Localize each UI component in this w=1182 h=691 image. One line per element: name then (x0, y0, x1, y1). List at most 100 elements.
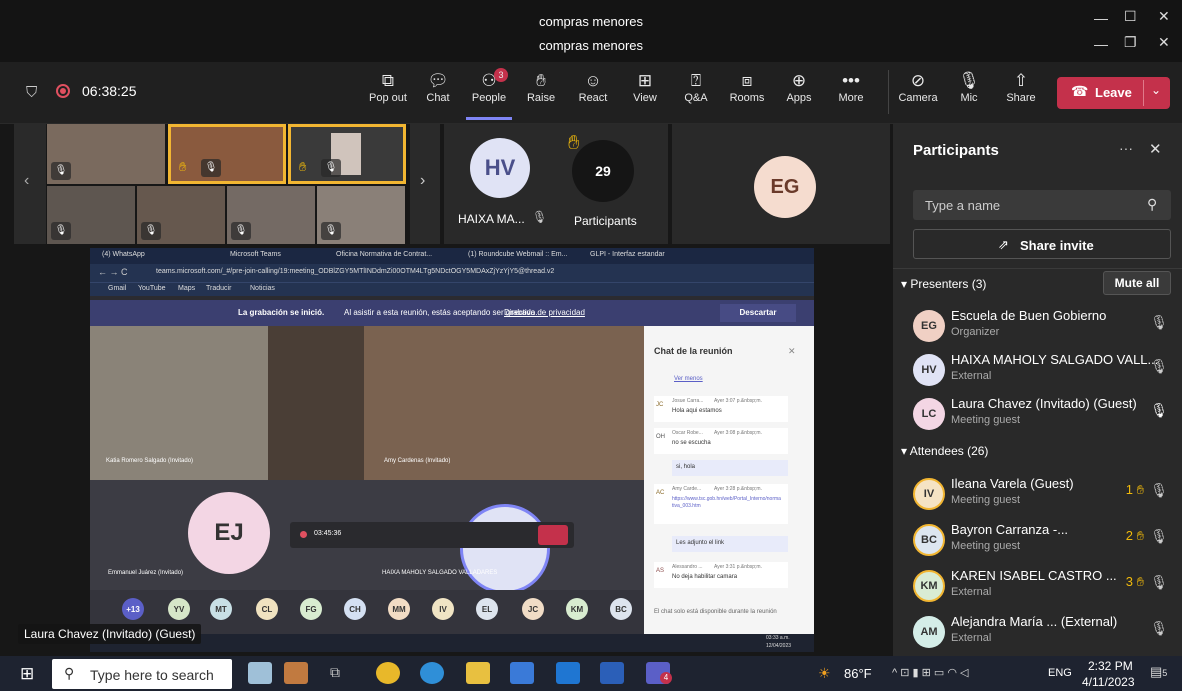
video-thumbnail-raised[interactable]: ✋︎ 🎙︎ (288, 124, 406, 184)
participant-row[interactable]: BC Bayron Carranza -... Meeting guest 2 … (893, 518, 1182, 564)
raised-hand-order: 1 ✋︎ (1125, 482, 1144, 497)
video-amy: Amy Cardenas (Invitado) (364, 326, 644, 480)
minimize-icon-inner[interactable]: — (1094, 36, 1108, 52)
dismiss-button[interactable]: Descartar (720, 304, 796, 322)
share-icon: ⇗ (998, 237, 1009, 252)
browser-tab[interactable]: (1) Roundcube Webmail :: Em... (468, 251, 567, 258)
participants-count: 29 (572, 140, 634, 202)
apps-button[interactable]: ⊕ Apps (776, 70, 822, 104)
share-button[interactable]: ⇧ Share (998, 70, 1044, 104)
video-thumbnail-raised[interactable]: ✋︎ 🎙︎ (168, 124, 286, 184)
participant-tile-hv[interactable]: HV HAIXA MA... 🎙︎ 29 ✋︎ Participants (444, 124, 668, 244)
windows-start-icon[interactable]: ⊞ (20, 664, 34, 684)
edge-icon[interactable] (420, 662, 444, 684)
close-icon[interactable]: ✕ (788, 346, 796, 357)
bookmarks-bar: Gmail YouTube Maps Traducir Noticias (90, 282, 814, 296)
share-invite-button[interactable]: ⇗ Share invite (913, 229, 1171, 259)
presenters-header[interactable]: ▾ Presenters (3) (901, 277, 986, 291)
gallery-next-button[interactable]: › (410, 124, 440, 244)
word-icon[interactable] (600, 662, 624, 684)
video-thumbnail[interactable]: 🎙︎ (227, 186, 315, 244)
restore-icon[interactable]: ❐ (1124, 34, 1137, 51)
inner-leave-button[interactable] (538, 525, 568, 545)
weather-icon[interactable]: ☀ (818, 665, 831, 682)
chevron-down-icon[interactable]: ⌄ (1151, 83, 1161, 97)
react-button[interactable]: ☺ React (570, 70, 616, 104)
popout-button[interactable]: ⧉ Pop out (365, 70, 411, 104)
close-icon-inner[interactable]: ✕ (1158, 34, 1170, 51)
participant-row[interactable]: KM KAREN ISABEL CASTRO ... External 3 ✋︎… (893, 564, 1182, 610)
mic-off-icon: 🎙︎ (1150, 358, 1168, 374)
window-title-secondary: compras menores (538, 38, 644, 53)
raised-hand-order: 3 ✋︎ (1125, 574, 1144, 589)
chat-button[interactable]: 💬︎ Chat (415, 70, 461, 104)
notification-icon[interactable]: ▤5 (1150, 664, 1167, 680)
ellipsis-icon[interactable]: ··· (1119, 140, 1133, 156)
maximize-icon[interactable]: ☐ (1124, 8, 1137, 25)
chat-message: OH Oscar Robe... Ayer 3:08 p.&nbsp;m. no… (654, 428, 788, 454)
camera-off-icon: ⊘ (910, 71, 926, 90)
windows-taskbar: ⊞ ⚲ Type here to search ⧉ 4 ☀ 86°F ^ ⊡ ▮… (0, 656, 1182, 691)
news-app-icon[interactable] (248, 662, 272, 684)
browser-tab[interactable]: Oficina Normativa de Contrat... (336, 251, 432, 258)
mic-off-icon: 🎙︎ (51, 162, 71, 180)
taskbar-search-input[interactable]: ⚲ Type here to search (52, 659, 232, 689)
store-icon[interactable] (510, 662, 534, 684)
participant-row[interactable]: LC Laura Chavez (Invitado) (Guest) Meeti… (893, 392, 1182, 438)
gallery-prev-button[interactable]: ‹ (14, 124, 46, 244)
language-indicator[interactable]: ENG (1048, 667, 1072, 679)
recording-banner: La grabación se inició. Al asistir a est… (90, 300, 814, 326)
video-katia: Katia Romero Salgado (Invitado) (90, 326, 268, 480)
browser-tab[interactable]: GLPI - Interfaz estandar (590, 251, 665, 258)
video-thumbnail[interactable]: 🎙︎ (47, 186, 135, 244)
minimize-icon[interactable]: — (1094, 10, 1108, 26)
rooms-button[interactable]: ⧈ Rooms (724, 70, 770, 104)
teams-icon[interactable]: 4 (646, 662, 672, 684)
mail-icon[interactable] (556, 662, 580, 684)
participant-row[interactable]: HV HAIXA MAHOLY SALGADO VALL... External… (893, 348, 1182, 394)
mic-button[interactable]: 🎙︎ Mic (946, 70, 992, 104)
phone-icon: ☎ (1071, 83, 1089, 99)
participant-row[interactable]: AM Alejandra María ... (External) Extern… (893, 610, 1182, 656)
file-explorer-icon[interactable] (466, 662, 490, 684)
view-button[interactable]: ⊞ View (622, 70, 668, 104)
video-thumbnail[interactable]: 🎙︎ (317, 186, 405, 244)
tray-icons[interactable]: ^ ⊡ ▮ ⊞ ▭ ◠ ◁ (892, 666, 968, 679)
shared-screen: (4) WhatsApp Microsoft Teams Oficina Nor… (90, 248, 814, 652)
rooms-icon: ⧈ (741, 71, 753, 90)
raise-hand-button[interactable]: ✋︎ Raise (518, 70, 564, 104)
video-thumbnail[interactable]: 🎙︎ (137, 186, 225, 244)
inner-stage: EJ Emmanuel Juárez (Invitado) HAIXA MAHO… (90, 480, 644, 594)
browser-tab[interactable]: (4) WhatsApp (102, 251, 145, 258)
task-view-icon[interactable]: ⧉ (330, 664, 340, 681)
more-button[interactable]: ••• More (828, 70, 874, 104)
mic-off-icon: 🎙︎ (1150, 620, 1168, 636)
clock-time[interactable]: 2:32 PM (1088, 659, 1133, 673)
ellipsis-icon: ••• (842, 71, 860, 90)
attendees-header[interactable]: ▾ Attendees (26) (901, 444, 988, 458)
clock-date[interactable]: 4/11/2023 (1082, 675, 1135, 689)
people-badge: 3 (494, 68, 508, 82)
avatar: HV (470, 138, 530, 198)
close-icon[interactable]: ✕ (1158, 8, 1170, 25)
address-bar[interactable]: ← → C teams.microsoft.com/_#/pre-join-ca… (90, 264, 814, 282)
briefcase-app-icon[interactable] (284, 662, 308, 684)
qa-button[interactable]: ⍰ Q&A (673, 70, 719, 104)
avatar: HV (913, 354, 945, 386)
chrome-icon[interactable] (376, 662, 400, 684)
recording-icon (56, 84, 70, 98)
browser-tab[interactable]: Microsoft Teams (230, 251, 281, 258)
mute-all-button[interactable]: Mute all (1103, 271, 1171, 295)
search-input[interactable]: Type a name ⚲ (913, 190, 1171, 220)
video-thumbnail[interactable]: 🎙︎ (47, 124, 165, 184)
mic-off-icon: 🎙︎ (958, 71, 980, 90)
close-icon[interactable]: ✕ (1149, 140, 1162, 158)
popout-icon: ⧉ (381, 71, 395, 90)
people-button[interactable]: ⚇ People 3 (466, 68, 512, 120)
participant-row[interactable]: IV Ileana Varela (Guest) Meeting guest 1… (893, 472, 1182, 518)
camera-button[interactable]: ⊘ Camera (895, 70, 941, 104)
hand-icon: ✋︎ (179, 159, 187, 174)
participant-row[interactable]: EG Escuela de Buen Gobierno Organizer 🎙︎ (893, 304, 1182, 350)
participant-tile-eg[interactable]: EG (672, 124, 890, 244)
leave-button[interactable]: ☎ Leave ⌄ (1057, 77, 1170, 109)
